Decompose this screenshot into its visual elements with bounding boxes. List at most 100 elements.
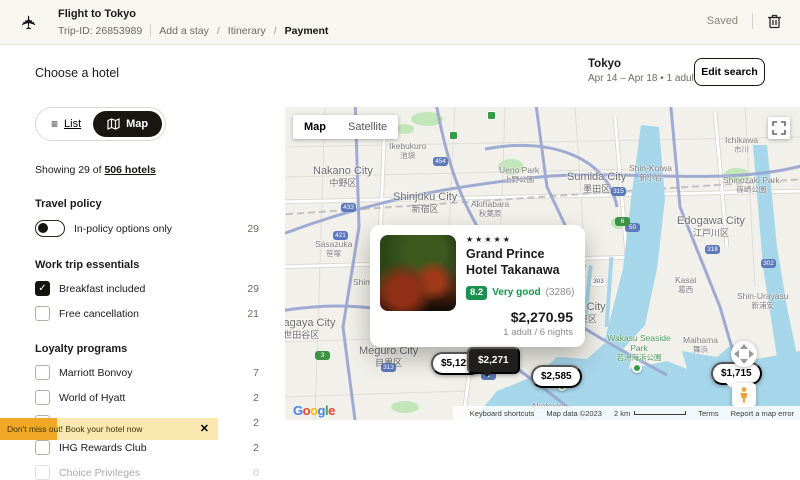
in-policy-toggle[interactable] [35, 220, 65, 237]
divider [150, 24, 151, 37]
filter-row-choice: Choice Privileges 0 [35, 465, 265, 480]
map-label-shinjuku: Shinjuku City新宿区 [393, 191, 457, 215]
route-shield: 313 [381, 363, 396, 372]
map-type-map-button[interactable]: Map [293, 115, 337, 139]
route-shield: 3 [315, 351, 330, 360]
essentials-title: Work trip essentials [35, 259, 265, 271]
fullscreen-icon [772, 121, 786, 135]
route-shield: 421 [333, 231, 348, 240]
hotel-map[interactable]: Ikebukuro池袋 Nakano City中野区 Shinjuku City… [285, 107, 800, 420]
list-icon: ≡ [51, 117, 58, 131]
map-attribution: Keyboard shortcuts Map data ©2023 2 km T… [453, 406, 800, 420]
map-view-button[interactable]: Map [93, 111, 162, 137]
breakfast-label: Breakfast included [59, 283, 145, 295]
in-policy-filter-row: In-policy options only 29 [35, 220, 265, 237]
banner-close-button[interactable]: ✕ [200, 418, 209, 440]
ihg-count: 2 [253, 442, 265, 454]
keyboard-shortcuts-link[interactable]: Keyboard shortcuts [470, 409, 535, 418]
transit-pin-icon [487, 111, 496, 120]
google-logo: Google [293, 403, 335, 418]
choice-count: 0 [253, 467, 265, 479]
destination: Tokyo [588, 58, 697, 70]
map-label-sasazuka: Sasazuka笹塚 [315, 239, 352, 258]
breadcrumb-itinerary[interactable]: Itinerary [228, 25, 266, 37]
map-label-setagaya: Setagaya City世田谷区 [285, 317, 335, 341]
hotel-price-detail: 1 adult / 6 nights [503, 327, 573, 338]
toggle-knob [38, 223, 48, 233]
price-marker-2271-selected[interactable]: $2,271 [467, 347, 520, 374]
review-count: (3286) [546, 287, 575, 298]
transit-pin-icon [449, 131, 458, 140]
price-marker-2585[interactable]: $2,585 [531, 365, 582, 388]
marriott-checkbox[interactable] [35, 365, 50, 380]
in-policy-count: 29 [247, 223, 265, 235]
list-view-button[interactable]: ≡ List [39, 111, 93, 137]
filter-row-breakfast: ✓ Breakfast included 29 [35, 281, 265, 296]
trash-icon [767, 13, 782, 29]
pan-up-icon [740, 344, 748, 349]
dates-occupancy: Apr 14 – Apr 18 • 1 adult [588, 73, 697, 84]
total-hotels-link[interactable]: 506 hotels [104, 164, 155, 176]
ihg-label: IHG Rewards Club [59, 442, 147, 454]
hotel-name: Grand Prince Hotel Takanawa [466, 246, 575, 279]
map-label-shinozaki: Shinozaki Park篠崎公園 [723, 175, 780, 194]
delete-trip-button[interactable] [767, 13, 782, 29]
street-view-pegman[interactable] [732, 383, 756, 407]
pegman-icon [735, 386, 753, 404]
trip-title: Flight to Tokyo [58, 8, 136, 20]
map-label-wakasu-park: Wakasu Seaside Park若洲海浜公園 [603, 333, 675, 362]
saved-status: Saved [707, 15, 738, 27]
pan-down-icon [740, 359, 748, 364]
breakfast-checkbox[interactable]: ✓ [35, 281, 50, 296]
map-type-control: Map Satellite [293, 115, 398, 139]
map-label-nakano: Nakano City中野区 [313, 165, 373, 189]
breadcrumb-add-a-stay[interactable]: Add a stay [159, 25, 209, 37]
filter-row-hyatt: World of Hyatt 2 [35, 390, 265, 405]
cancellation-checkbox[interactable] [35, 306, 50, 321]
breadcrumb-separator: / [274, 25, 277, 37]
map-icon [107, 118, 120, 130]
map-label-ikebukuro: Ikebukuro池袋 [389, 141, 426, 160]
in-policy-label: In-policy options only [74, 223, 172, 235]
choice-checkbox[interactable] [35, 465, 50, 480]
report-error-link[interactable]: Report a map error [731, 409, 794, 418]
route-shield: 302 [761, 259, 776, 268]
map-label-ichikawa: Ichikawa市川 [725, 135, 758, 154]
filter-row-ihg: IHG Rewards Club 2 [35, 440, 265, 455]
ihg-checkbox[interactable] [35, 440, 50, 455]
hotel-card[interactable]: ★★★★★ Grand Prince Hotel Takanawa 8.2 Ve… [370, 225, 585, 347]
hyatt-checkbox[interactable] [35, 390, 50, 405]
filter-row-cancellation: Free cancellation 21 [35, 306, 265, 321]
results-summary: Showing 29 of 506 hotels [35, 164, 265, 176]
hotel-price: $2,270.95 [503, 309, 573, 325]
route-shield: 454 [433, 157, 448, 166]
fullscreen-button[interactable] [768, 117, 790, 139]
price-marker-1715[interactable]: $1,715 [711, 362, 762, 385]
pan-control[interactable] [731, 341, 757, 367]
hyatt-label: World of Hyatt [59, 392, 125, 404]
route-shield: 433 [341, 203, 356, 212]
promo-banner: Don't miss out! Book your hotel now ✕ [0, 418, 218, 440]
cancellation-label: Free cancellation [59, 308, 139, 320]
route-shield: 315 [611, 187, 626, 196]
breadcrumb-separator: / [217, 25, 220, 37]
hilton-count: 2 [253, 417, 265, 429]
map-label-kasai: Kasai葛西 [675, 275, 696, 294]
breakfast-count: 29 [247, 283, 265, 295]
map-view-label: Map [126, 118, 148, 130]
filter-row-marriott: Marriott Bonvoy 7 [35, 365, 265, 380]
map-type-satellite-button[interactable]: Satellite [337, 115, 398, 139]
terms-link[interactable]: Terms [698, 409, 718, 418]
route-shield: 318 [705, 245, 720, 254]
edit-search-button[interactable]: Edit search [694, 58, 765, 86]
map-data-copyright: Map data ©2023 [546, 409, 602, 418]
page-title: Choose a hotel [35, 66, 119, 80]
airplane-icon: ✈ [18, 15, 41, 31]
banner-text: Don't miss out! Book your hotel now [7, 418, 142, 440]
breadcrumb-payment[interactable]: Payment [285, 25, 329, 37]
route-shield: 6 [615, 217, 630, 226]
list-view-label: List [64, 118, 81, 130]
travel-policy-title: Travel policy [35, 198, 265, 210]
hotel-stars: ★★★★★ [466, 235, 575, 244]
choice-label: Choice Privileges [59, 467, 140, 479]
